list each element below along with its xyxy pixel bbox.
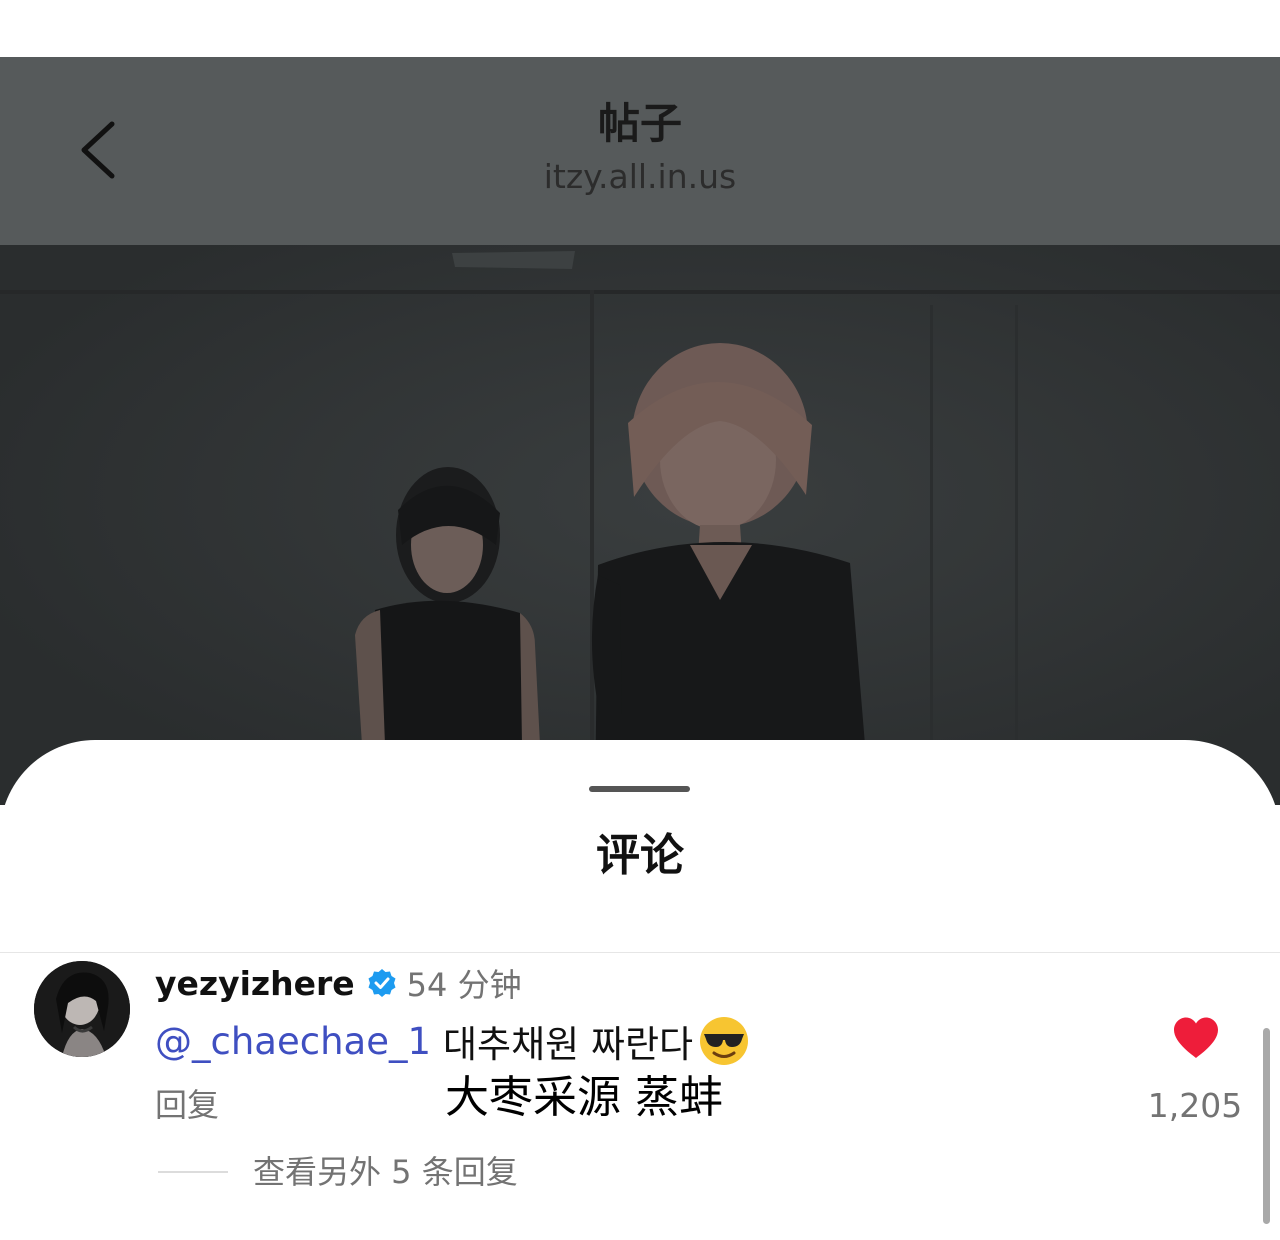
like-count: 1,205 (1147, 1086, 1243, 1125)
view-more-replies-button[interactable]: 查看另外 5 条回复 (158, 1150, 518, 1194)
comments-sheet: 评论 yezyizhere 54 分钟 @_chaechae_1 대추채원 짜란… (0, 740, 1280, 1240)
comment-username[interactable]: yezyizhere (155, 964, 355, 1003)
heart-filled-icon (1174, 1017, 1218, 1058)
overlay-caption: 大枣采源 蒸蚌 (445, 1072, 723, 1123)
sunglasses-emoji (700, 1017, 749, 1065)
comment-header: yezyizhere 54 分钟 (155, 962, 522, 1005)
user-avatar[interactable] (34, 961, 130, 1057)
reply-button[interactable]: 回复 (155, 1083, 219, 1127)
video-frame-image (0, 245, 1280, 805)
post-video-frame[interactable] (0, 245, 1280, 805)
view-replies-label: 查看另外 5 条回复 (253, 1153, 518, 1191)
mention-link[interactable]: @_chaechae_1 (155, 1020, 431, 1063)
sheet-drag-handle[interactable] (589, 786, 690, 792)
replies-indent-line (158, 1171, 228, 1173)
post-header: 帖子 itzy.all.in.us (0, 57, 1280, 245)
status-bar-area (0, 0, 1280, 57)
verified-badge-icon (368, 969, 396, 997)
comment-text: 대추채원 짜란다 (443, 1023, 694, 1066)
like-button[interactable] (1172, 1016, 1220, 1060)
page-subtitle-username[interactable]: itzy.all.in.us (0, 156, 1280, 198)
divider (0, 952, 1280, 953)
comment-body: @_chaechae_1 대추채원 짜란다 (155, 1016, 751, 1066)
page-title: 帖子 (597, 99, 682, 148)
comment-time: 54 分钟 (406, 966, 522, 1004)
scrollbar[interactable] (1263, 1028, 1270, 1224)
avatar-image (34, 961, 130, 1057)
comments-title: 评论 (596, 830, 684, 881)
